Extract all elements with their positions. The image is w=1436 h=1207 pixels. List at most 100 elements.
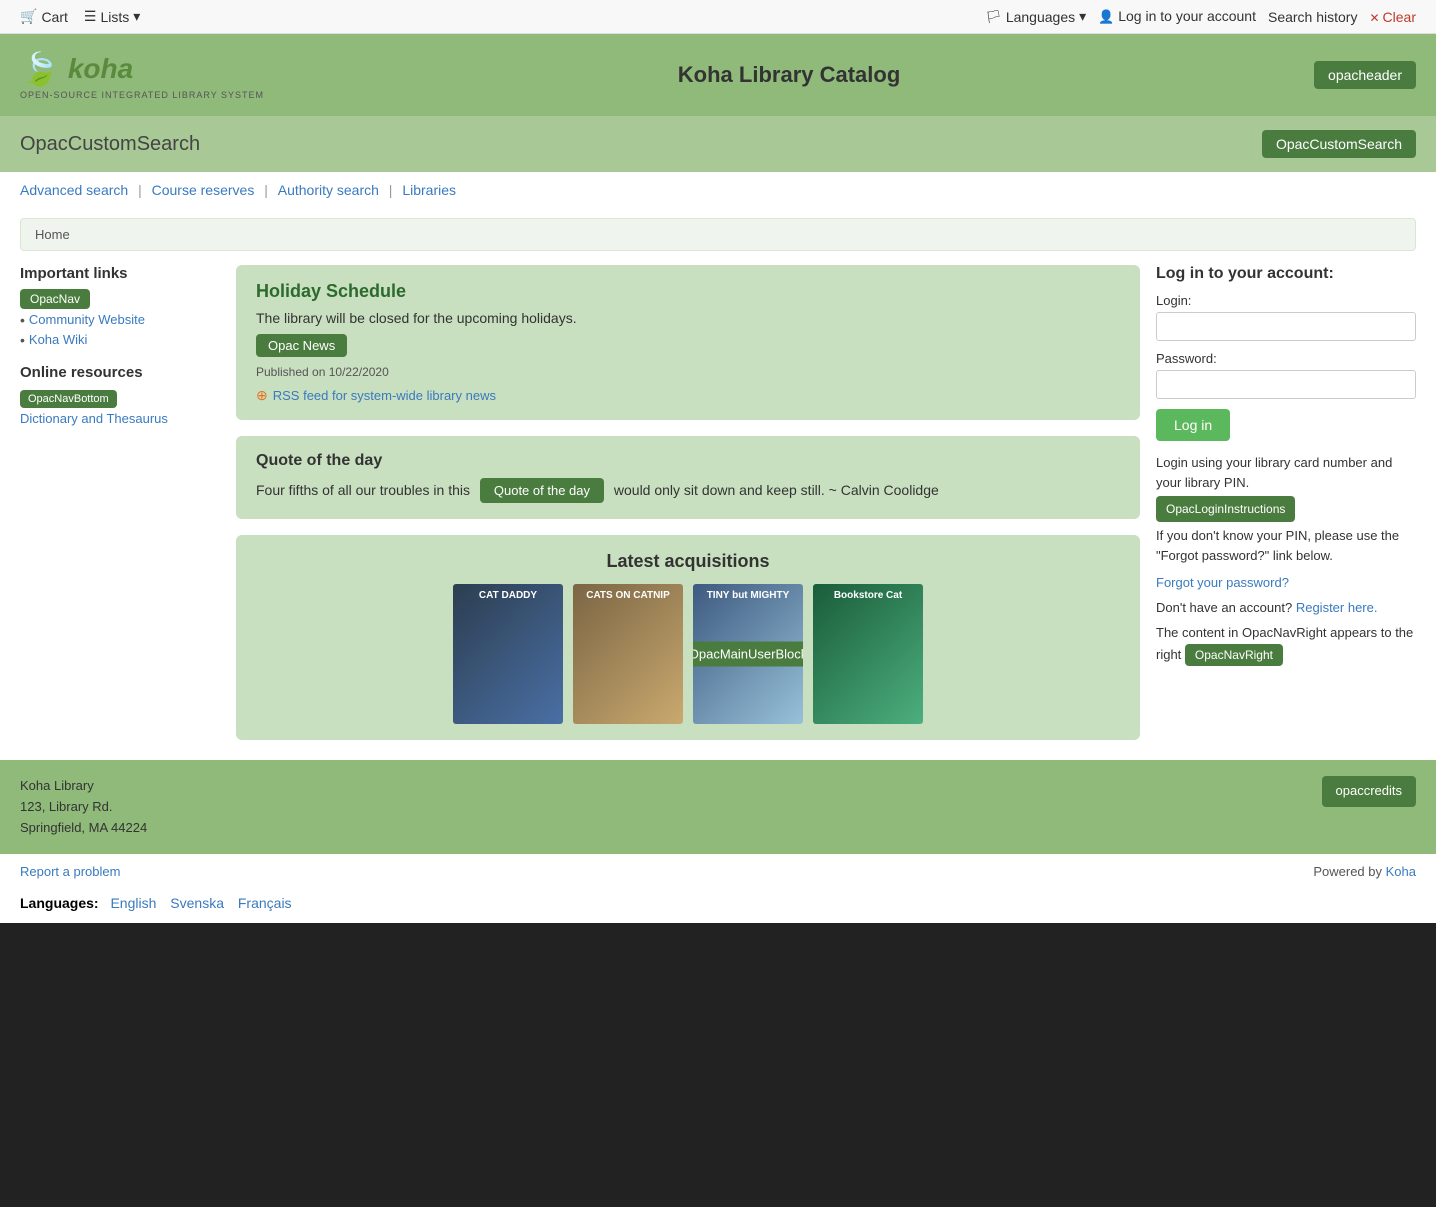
top-nav-right: Languages ▾ Log in to your account Searc… — [985, 8, 1416, 25]
footer-bottom: Report a problem Powered by Koha — [0, 854, 1436, 889]
cart-link[interactable]: Cart — [20, 8, 68, 25]
dictionary-link[interactable]: Dictionary and Thesaurus — [20, 411, 168, 426]
language-francais[interactable]: Français — [238, 895, 292, 911]
book-cover-3[interactable]: TINY but MIGHTY OpacMainUserBlock — [693, 584, 803, 724]
important-links-heading: Important links — [20, 265, 220, 282]
footer-address-2: Springfield, MA 44224 — [20, 818, 1416, 839]
koha-wiki-item: • Koha Wiki — [20, 332, 220, 348]
separator-1: | — [138, 182, 146, 198]
quote-of-the-day-badge[interactable]: Quote of the day — [480, 478, 604, 503]
login-instructions: Login using your library card number and… — [1156, 453, 1416, 565]
languages-button[interactable]: Languages ▾ — [985, 8, 1086, 25]
lists-label: Lists — [100, 9, 129, 25]
languages-bar: Languages: English Svenska Français — [0, 889, 1436, 923]
bullet-icon-2: • — [20, 332, 25, 348]
koha-wiki-link[interactable]: Koha Wiki — [29, 332, 88, 347]
site-header: 🍃 koha OPEN-SOURCE INTEGRATED LIBRARY SY… — [0, 34, 1436, 116]
site-footer: opaccredits Koha Library 123, Library Rd… — [0, 760, 1436, 854]
instructions-extra: If you don't know your PIN, please use t… — [1156, 528, 1399, 563]
opacnavright-content: The content in OpacNavRight appears to t… — [1156, 625, 1416, 670]
opacnavright-badge[interactable]: OpacNavRight — [1185, 644, 1283, 666]
important-links-section: Important links OpacNav • Community Webs… — [20, 265, 220, 348]
login-field-group: Login: — [1156, 293, 1416, 341]
course-reserves-link[interactable]: Course reserves — [152, 182, 255, 198]
no-account-text: Don't have an account? Register here. — [1156, 600, 1416, 615]
login-button[interactable]: Log in — [1156, 409, 1230, 441]
separator-2: | — [264, 182, 272, 198]
instructions-text: Login using your library card number and… — [1156, 455, 1392, 490]
book-covers: CAT DADDY CATS ON CATNIP TINY but MIGHTY… — [256, 584, 1120, 724]
rss-link[interactable]: ⊕ RSS feed for system-wide library news — [256, 387, 1120, 404]
book-cover-2[interactable]: CATS ON CATNIP — [573, 584, 683, 724]
acquisitions-section: Latest acquisitions CAT DADDY CATS ON CA… — [236, 535, 1140, 740]
language-svenska[interactable]: Svenska — [170, 895, 224, 911]
separator-3: | — [389, 182, 397, 198]
custom-search-bar: OpacCustomSearch OpacCustomSearch — [0, 116, 1436, 172]
book-cover-1[interactable]: CAT DADDY — [453, 584, 563, 724]
password-input[interactable] — [1156, 370, 1416, 399]
report-problem-link[interactable]: Report a problem — [20, 864, 120, 879]
password-label: Password: — [1156, 351, 1416, 366]
news-section: Holiday Schedule The library will be clo… — [236, 265, 1140, 420]
book-cover-4[interactable]: Bookstore Cat — [813, 584, 923, 724]
login-label: Log in to your account — [1118, 8, 1256, 24]
flag-icon — [985, 8, 1002, 25]
community-website-item: • Community Website — [20, 312, 220, 328]
center-content: Holiday Schedule The library will be clo… — [236, 265, 1140, 740]
password-field-group: Password: — [1156, 351, 1416, 399]
login-box: Log in to your account: Login: Password:… — [1156, 265, 1416, 670]
clear-icon — [1369, 9, 1379, 25]
main-content: Home Important links OpacNav • Community… — [0, 208, 1436, 760]
quote-text-after: would only sit down and keep still. ~ Ca… — [610, 482, 939, 498]
opacnavbottom-badge[interactable]: OpacNavBottom — [20, 390, 117, 408]
online-resources-section: Online resources OpacNavBottom Dictionar… — [20, 364, 220, 426]
languages-bar-label: Languages: — [20, 895, 99, 911]
dictionary-item: Dictionary and Thesaurus — [20, 411, 220, 426]
logo-image: 🍃 koha — [20, 50, 133, 88]
powered-by-text: Powered by — [1313, 864, 1382, 879]
library-name: Koha Library — [20, 776, 1416, 797]
cart-label: Cart — [41, 9, 67, 25]
lists-icon — [84, 8, 97, 25]
cart-icon — [20, 8, 37, 25]
login-input[interactable] — [1156, 312, 1416, 341]
quote-section: Quote of the day Four fifths of all our … — [236, 436, 1140, 519]
opac-news-badge[interactable]: Opac News — [256, 334, 347, 357]
acquisitions-title: Latest acquisitions — [256, 551, 1120, 572]
advanced-search-link[interactable]: Advanced search — [20, 182, 128, 198]
bullet-icon: • — [20, 312, 25, 328]
news-title: Holiday Schedule — [256, 281, 1120, 302]
right-sidebar: Log in to your account: Login: Password:… — [1156, 265, 1416, 740]
lists-link[interactable]: Lists ▾ — [84, 8, 140, 25]
top-nav-left: Cart Lists ▾ — [20, 8, 140, 25]
book-title-3: TINY but MIGHTY — [693, 588, 803, 603]
powered-by-koha-link[interactable]: Koha — [1386, 864, 1416, 879]
opac-custom-search-badge[interactable]: OpacCustomSearch — [1262, 130, 1416, 158]
footer-address: opaccredits Koha Library 123, Library Rd… — [20, 776, 1416, 838]
clear-button[interactable]: Clear — [1369, 9, 1416, 25]
custom-search-label: OpacCustomSearch — [20, 133, 200, 156]
community-website-link[interactable]: Community Website — [29, 312, 145, 327]
opac-main-user-badge[interactable]: OpacMainUserBlock — [693, 642, 803, 667]
opaclogininstructions-badge[interactable]: OpacLoginInstructions — [1156, 496, 1295, 522]
no-account-label: Don't have an account? — [1156, 600, 1292, 615]
breadcrumb: Home — [20, 218, 1416, 251]
book-title-2: CATS ON CATNIP — [573, 588, 683, 603]
login-link[interactable]: Log in to your account — [1098, 8, 1256, 25]
register-link[interactable]: Register here. — [1296, 600, 1378, 615]
logo-subtitle: OPEN-SOURCE INTEGRATED LIBRARY SYSTEM — [20, 90, 264, 100]
logo-text: koha — [68, 53, 133, 85]
authority-search-link[interactable]: Authority search — [278, 182, 379, 198]
sub-nav: Advanced search | Course reserves | Auth… — [0, 172, 1436, 208]
opacheader-badge[interactable]: opacheader — [1314, 61, 1416, 89]
language-english[interactable]: English — [110, 895, 156, 911]
opaccredits-badge[interactable]: opaccredits — [1322, 776, 1416, 807]
person-icon — [1098, 8, 1114, 24]
search-history-link[interactable]: Search history — [1268, 9, 1357, 25]
forgot-password-link[interactable]: Forgot your password? — [1156, 575, 1416, 590]
top-nav: Cart Lists ▾ Languages ▾ Log in to your … — [0, 0, 1436, 34]
book-title-4: Bookstore Cat — [813, 588, 923, 603]
opacnav-badge[interactable]: OpacNav — [20, 289, 90, 309]
powered-by: Powered by Koha — [1313, 864, 1416, 879]
libraries-link[interactable]: Libraries — [402, 182, 456, 198]
